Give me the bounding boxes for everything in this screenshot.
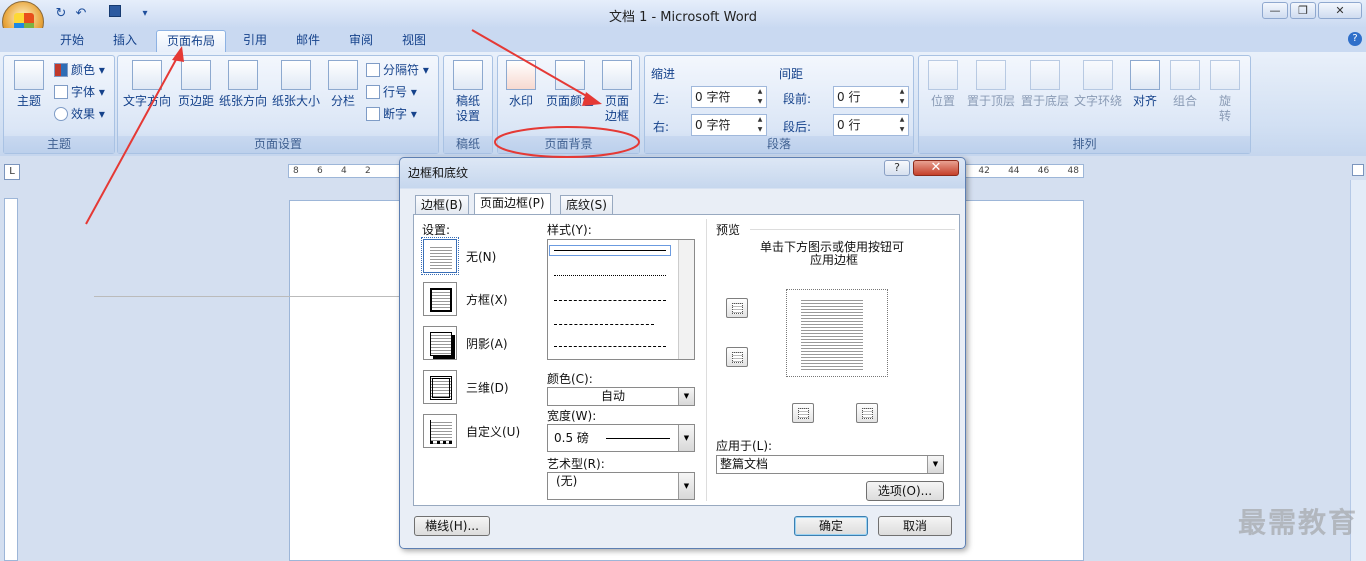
annotation-circle [494, 126, 640, 158]
annotation-arrow-2 [471, 29, 591, 99]
annotation-overlay [85, 29, 640, 225]
annotation-arrow-1 [85, 55, 179, 225]
annotation-arrowhead-1 [172, 46, 184, 62]
watermark-text: 最需教育 [1237, 506, 1358, 539]
